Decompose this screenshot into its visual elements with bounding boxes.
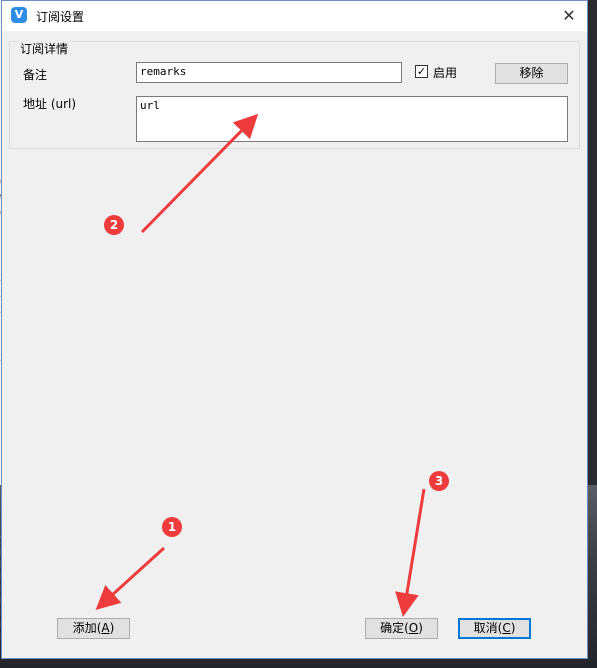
add-button-label: 添加 (72, 621, 97, 635)
enable-label[interactable]: 启用 (433, 64, 457, 81)
subscription-details-group: 订阅详情 备注 remarks ✓ 启用 移除 地址 (url) url (9, 40, 580, 149)
checkmark-icon: ✓ (416, 65, 427, 78)
annotation-marker-3: 3 (429, 471, 449, 491)
cancel-button[interactable]: 取消(C) (458, 618, 531, 639)
close-button[interactable]: ✕ (557, 5, 581, 27)
add-button[interactable]: 添加(A) (57, 618, 130, 639)
annotation-marker-2: 2 (104, 215, 124, 235)
address-label: 地址 (url) (23, 97, 77, 111)
ok-hotkey: O (408, 621, 419, 635)
address-url-textarea[interactable]: url (136, 96, 568, 142)
remark-label: 备注 (23, 68, 48, 82)
dialog-title: 订阅设置 (36, 10, 85, 24)
group-title: 订阅详情 (18, 40, 71, 57)
title-bar[interactable]: V 订阅设置 ✕ (2, 1, 587, 31)
enable-checkbox[interactable]: ✓ (415, 65, 428, 78)
ok-button[interactable]: 确定(O) (365, 618, 438, 639)
ok-button-label: 确定 (380, 621, 405, 635)
close-icon: ✕ (562, 6, 576, 25)
annotation-marker-1: 1 (162, 517, 182, 537)
add-hotkey: A (101, 621, 110, 635)
remark-input[interactable]: remarks (136, 62, 402, 83)
remove-button[interactable]: 移除 (495, 63, 568, 84)
app-logo-icon: V (11, 7, 27, 23)
subscription-settings-dialog: V 订阅设置 ✕ 订阅详情 备注 remarks ✓ 启用 移除 地址 (url… (1, 0, 588, 659)
cancel-button-label: 取消 (473, 621, 498, 635)
cancel-hotkey: C (502, 621, 511, 635)
